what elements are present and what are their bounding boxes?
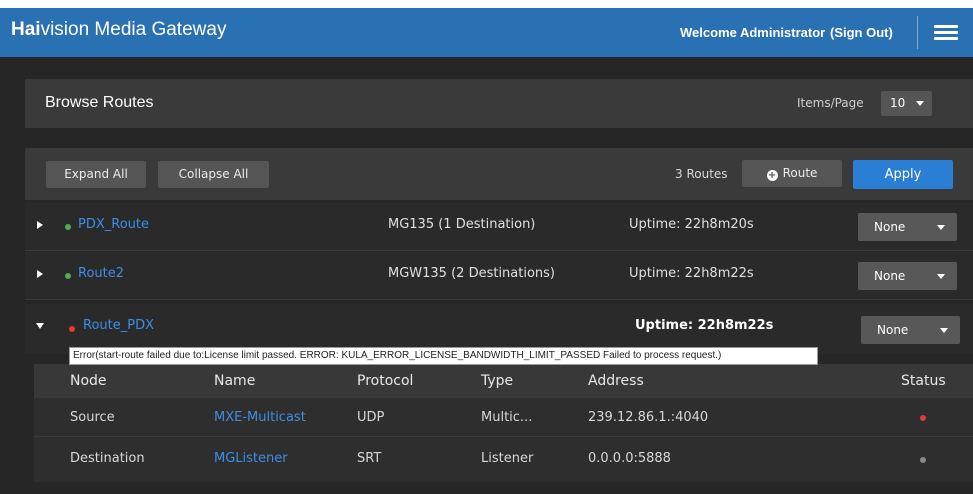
column-header-protocol: Protocol bbox=[357, 373, 414, 389]
status-dot-icon bbox=[920, 457, 926, 463]
route-action-value: None bbox=[877, 323, 909, 337]
chevron-down-icon bbox=[940, 328, 948, 333]
type-cell: Multic... bbox=[481, 410, 533, 425]
table-row: Source MXE-Multicast UDP Multic... 239.1… bbox=[34, 398, 973, 437]
add-route-button[interactable]: + Route bbox=[742, 160, 842, 187]
protocol-cell: SRT bbox=[357, 451, 382, 466]
header-divider bbox=[917, 16, 918, 49]
page-title: Browse Routes bbox=[45, 94, 154, 111]
address-cell: 239.12.86.1.:4040 bbox=[588, 410, 709, 425]
brand-name: vision Media Gateway bbox=[40, 19, 227, 40]
app-header: Haivision Media Gateway Welcome Administ… bbox=[0, 8, 973, 57]
node-cell: Source bbox=[70, 410, 115, 425]
detail-table-header: Node Name Protocol Type Address Status bbox=[34, 364, 973, 398]
routes-count: 3 Routes bbox=[675, 167, 728, 181]
route-uptime: Uptime: 22h8m22s bbox=[635, 318, 774, 333]
chevron-down-icon bbox=[916, 101, 924, 106]
apply-button[interactable]: Apply bbox=[853, 160, 953, 189]
expand-arrow-icon[interactable] bbox=[37, 221, 43, 229]
expand-all-button[interactable]: Expand All bbox=[46, 161, 146, 188]
add-route-label: Route bbox=[782, 166, 818, 180]
hamburger-icon[interactable] bbox=[934, 25, 958, 41]
welcome-text: Welcome Administrator bbox=[680, 25, 826, 40]
collapse-all-button[interactable]: Collapse All bbox=[158, 161, 269, 188]
items-per-page-select[interactable]: 10 bbox=[881, 91, 932, 116]
brand-logo[interactable]: Haivision Media Gateway bbox=[11, 19, 226, 41]
error-tooltip: Error(start-route failed due to:License … bbox=[69, 347, 818, 365]
brand-bold: Hai bbox=[11, 19, 41, 40]
items-per-page-label: Items/Page bbox=[797, 96, 864, 110]
route-uptime: Uptime: 22h8m22s bbox=[629, 266, 754, 281]
column-header-node: Node bbox=[70, 373, 107, 389]
collapse-arrow-icon[interactable] bbox=[36, 323, 44, 329]
route-action-select[interactable]: None bbox=[858, 213, 957, 241]
column-header-name: Name bbox=[214, 373, 256, 389]
route-action-value: None bbox=[874, 269, 906, 283]
route-row[interactable]: PDX_Route MG135 (1 Destination) Uptime: … bbox=[25, 203, 973, 251]
route-destinations: MGW135 (2 Destinations) bbox=[388, 266, 556, 281]
route-action-select[interactable]: None bbox=[858, 262, 957, 290]
items-per-page-value: 10 bbox=[890, 96, 906, 110]
route-row[interactable]: Route2 MGW135 (2 Destinations) Uptime: 2… bbox=[25, 252, 973, 300]
plus-circle-icon: + bbox=[766, 170, 778, 181]
expand-arrow-icon[interactable] bbox=[37, 270, 43, 278]
route-name-link[interactable]: Route2 bbox=[78, 266, 124, 281]
route-name-link[interactable]: PDX_Route bbox=[78, 217, 149, 232]
route-destinations: MG135 (1 Destination) bbox=[388, 217, 536, 232]
status-dot-icon bbox=[920, 415, 926, 421]
protocol-cell: UDP bbox=[357, 410, 385, 425]
route-name-link[interactable]: Route_PDX bbox=[83, 318, 154, 333]
table-row: Destination MGListener SRT Listener 0.0.… bbox=[34, 437, 973, 482]
name-link[interactable]: MXE-Multicast bbox=[214, 410, 306, 425]
address-cell: 0.0.0.0:5888 bbox=[588, 451, 671, 466]
node-cell: Destination bbox=[70, 451, 145, 466]
top-cutoff-strip bbox=[0, 0, 973, 8]
route-uptime: Uptime: 22h8m20s bbox=[629, 217, 754, 232]
type-cell: Listener bbox=[481, 451, 534, 466]
column-header-address: Address bbox=[588, 373, 644, 389]
column-header-type: Type bbox=[481, 373, 514, 389]
browse-routes-panel: Browse Routes Items/Page 10 bbox=[25, 79, 973, 128]
routes-toolbar: Expand All Collapse All 3 Routes + Route … bbox=[25, 148, 973, 200]
chevron-down-icon bbox=[937, 225, 945, 230]
route-action-select[interactable]: None bbox=[861, 316, 960, 344]
route-action-value: None bbox=[874, 220, 906, 234]
chevron-down-icon bbox=[937, 274, 945, 279]
column-header-status: Status bbox=[901, 373, 946, 389]
name-link[interactable]: MGListener bbox=[214, 451, 288, 466]
sign-out-link[interactable]: (Sign Out) bbox=[830, 25, 893, 40]
status-dot-icon bbox=[69, 326, 75, 332]
status-dot-icon bbox=[65, 224, 71, 230]
status-dot-icon bbox=[65, 273, 71, 279]
